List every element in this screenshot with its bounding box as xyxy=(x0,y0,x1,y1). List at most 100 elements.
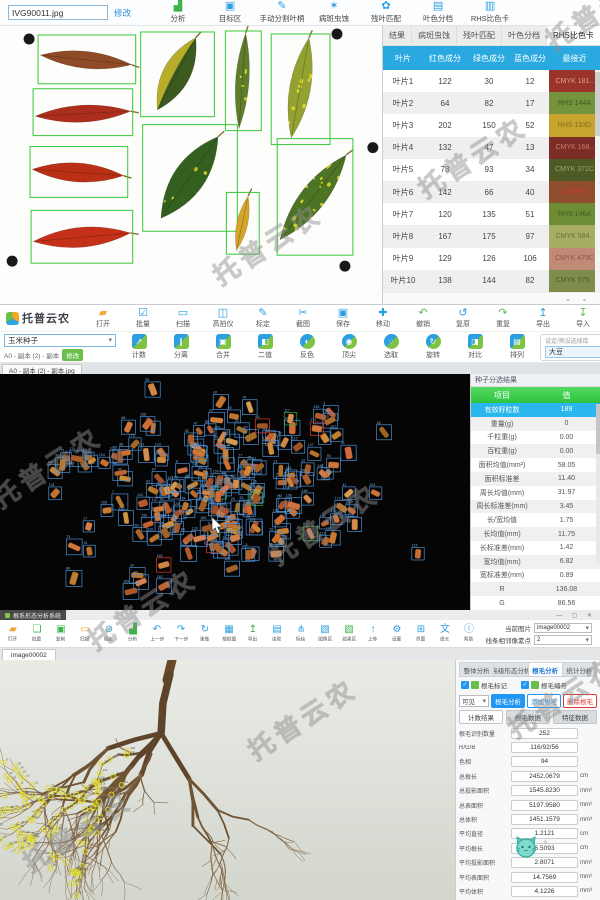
tool-binarize-square-button[interactable]: ◧ 二值 xyxy=(245,334,285,360)
tool-scan-button[interactable]: ▭ 扫描 xyxy=(164,307,202,329)
tool-export-up-button[interactable]: ↥ 导出 xyxy=(242,624,264,643)
seed-image-tab[interactable]: A0 - 副本 (2) - 副本.jpg xyxy=(2,364,82,375)
tool-target-region-button[interactable]: ▣ 目标区 xyxy=(205,1,255,24)
tool-undo-arrow-button[interactable]: ↶ 撤销 xyxy=(404,307,442,329)
seed-result-row[interactable]: 有效籽粒数 189 xyxy=(471,403,600,417)
scrollbar-thumb[interactable] xyxy=(596,404,600,454)
tool-leaf-match-button[interactable]: ✿ 残叶匹配 xyxy=(361,1,411,24)
preset-select[interactable]: 大豆 ▾ xyxy=(545,346,600,358)
results-tab[interactable]: 病斑虫蚀 xyxy=(412,26,457,45)
pixel-setting-select[interactable]: 2 ▾ xyxy=(534,634,592,645)
field-value-box[interactable]: 1451.1579 xyxy=(511,814,578,826)
leaf-table-row[interactable]: 叶片3 202 150 52 RHS 153D xyxy=(383,114,600,137)
tool-result-region-button[interactable]: ▨ 结果区 xyxy=(338,624,360,643)
tool-calibrate-pen-button[interactable]: ✎ 标定 xyxy=(244,307,282,329)
tool-save-button[interactable]: ▣ 保存 xyxy=(324,307,362,329)
seed-image-canvas[interactable]: 1234567891011121314151617181920212223242… xyxy=(0,374,470,610)
delete-root-hair-button[interactable]: 删除根毛 xyxy=(563,693,597,708)
leaf-table-row[interactable]: 叶片6 142 66 40 马赛棕色 xyxy=(383,181,600,204)
seed-result-row[interactable]: 重量(g) 0 xyxy=(471,416,600,431)
tool-batch-doc-button[interactable]: ❏ 批量 xyxy=(26,624,48,643)
leaf-table-row[interactable]: 叶片10 138 144 82 CMYK 576.. xyxy=(383,269,600,292)
checkbox-numbering[interactable]: ✓ 根毛编号 xyxy=(521,680,567,690)
tool-invert-circle-button[interactable]: ◐ 反色 xyxy=(287,334,327,360)
leaf-table-row[interactable]: 叶片1 122 30 12 CMYK 181.. xyxy=(383,70,600,93)
chevron-down-icon[interactable]: ⌄ xyxy=(565,294,572,303)
tool-redo-arrow3-button[interactable]: ↷ 下一步 xyxy=(170,624,192,643)
leaf-table-row[interactable]: 叶片9 129 126 106 CMYK 479C xyxy=(383,247,600,270)
tool-branch-plot-button[interactable]: ⋔ 标绘 xyxy=(290,624,312,643)
seed-result-row[interactable]: 长标准差(mm) 1.42 xyxy=(471,541,600,555)
tool-help-info-button[interactable]: ⓘ 帮助 xyxy=(458,624,480,643)
add-root-hair-button[interactable]: 添加根毛 xyxy=(527,693,561,708)
seed-result-row[interactable]: 宽标准差(mm) 0.89 xyxy=(471,568,600,583)
tool-doc-camera-button[interactable]: ◫ 高拍仪 xyxy=(204,307,242,329)
chevron-down-icon[interactable]: ⌄ xyxy=(581,294,588,303)
scrollbar[interactable] xyxy=(595,70,600,292)
subtab-2[interactable]: 特征数据 xyxy=(553,710,597,724)
field-value-box[interactable]: 252 xyxy=(511,727,578,739)
subtab-1[interactable]: 根毛数据 xyxy=(506,710,550,724)
leaf-image-canvas[interactable] xyxy=(0,26,383,304)
tool-read-doc-button[interactable]: ▤ 读取 xyxy=(266,624,288,643)
seed-result-row[interactable]: 长/宽均值 1.75 xyxy=(471,513,600,528)
analysis-tab[interactable]: 高级形态分析 xyxy=(494,662,529,677)
tool-copy-doc-button[interactable]: ▣ 复制 xyxy=(50,624,72,643)
analysis-tab[interactable]: 整体分析 xyxy=(459,662,495,677)
visibility-select[interactable]: 可见 ▾ xyxy=(459,694,489,707)
tool-refresh-arrow-button[interactable]: ↻ 重做 xyxy=(194,624,216,643)
tool-layout-grid-button[interactable]: ⊞ 界面 xyxy=(410,624,432,643)
tool-compare-book-button[interactable]: ◨ 对比 xyxy=(455,334,495,360)
seed-result-row[interactable]: 千粒重(g) 0.00 xyxy=(471,430,600,445)
seed-result-row[interactable]: 周长均值(mm) 31.97 xyxy=(471,485,600,500)
tool-rotate-arrow-button[interactable]: ↻ 旋转 xyxy=(413,334,453,360)
field-value-box[interactable]: 2.8071 xyxy=(511,857,578,869)
field-value-box[interactable]: 94 xyxy=(511,756,578,768)
tool-analyze-chart-button[interactable]: ▟ 分析 xyxy=(153,1,203,24)
tool-color-card-button[interactable]: ▥ RHS比色卡 xyxy=(465,1,515,24)
tool-calibrate-target-button[interactable]: ⊙ 标定 xyxy=(98,624,120,643)
window-controls[interactable]: — ▢ ✕ xyxy=(556,612,600,619)
tool-analyze-chart3-button[interactable]: ▟ 分析 xyxy=(122,624,144,643)
tool-count-chart-button[interactable]: ↗ 计数 xyxy=(119,334,159,360)
seed-result-row[interactable]: 面积均值(mm²) 58.05 xyxy=(471,458,600,472)
field-value-box[interactable]: 5197.9580 xyxy=(511,799,578,811)
root-image-tab[interactable]: image00002 xyxy=(2,649,56,660)
leaf-table-row[interactable]: 叶片7 120 135 51 RHS 146A xyxy=(383,203,600,226)
seed-result-row[interactable]: 周长标准差(mm) 3.45 xyxy=(471,499,600,514)
scrollbar-thumb[interactable] xyxy=(595,72,600,136)
tool-merge-squares-button[interactable]: ▣ 合并 xyxy=(203,334,243,360)
tool-import-doc-button[interactable]: ↧ 导入 xyxy=(564,307,600,329)
seed-result-row[interactable]: 百粒重(g) 0.00 xyxy=(471,444,600,459)
seed-result-row[interactable]: 长均值(mm) 11.75 xyxy=(471,527,600,541)
tool-scanner-button[interactable]: ▭ 扫描 xyxy=(74,624,96,643)
analysis-tab[interactable]: 根毛分析 xyxy=(528,662,563,677)
tool-apex-circle-button[interactable]: ◉ 顶尖 xyxy=(329,334,369,360)
tool-disease-bug-button[interactable]: ✶ 病斑虫蚀 xyxy=(309,1,359,24)
modify-link[interactable]: 修改 xyxy=(114,7,131,19)
sample-type-select[interactable]: 玉米种子 ▾ xyxy=(4,333,116,347)
tool-crop-scissors-button[interactable]: ✂ 截图 xyxy=(284,307,322,329)
results-tab[interactable]: RHS比色卡 xyxy=(547,26,600,45)
analysis-tab[interactable]: 统计分析 xyxy=(562,662,597,677)
tool-settings-gear3-button[interactable]: ⚙ 设置 xyxy=(386,624,408,643)
tool-batch-check-button[interactable]: ☑ 批量 xyxy=(124,307,162,329)
seed-result-row[interactable]: R 136.08 xyxy=(471,582,600,597)
filename-input[interactable] xyxy=(8,5,108,20)
tool-redo-arrow-button[interactable]: ↷ 重复 xyxy=(484,307,522,329)
field-value-box[interactable]: 14.7569 xyxy=(511,871,578,883)
tool-move-cross-button[interactable]: ✚ 移动 xyxy=(364,307,402,329)
tool-open-folder-button[interactable]: ▰ 打开 xyxy=(84,307,122,329)
tool-restore-clock-button[interactable]: ↺ 复原 xyxy=(444,307,482,329)
tool-select-lasso-button[interactable]: ◌ 选取 xyxy=(371,334,411,360)
results-tab[interactable]: 叶色分档 xyxy=(502,26,547,45)
leaf-table-row[interactable]: 叶片8 167 175 97 CMYK 584.. xyxy=(383,225,600,248)
tool-arrange-blocks-button[interactable]: ▤ 排列 xyxy=(497,334,537,360)
results-tab[interactable]: 残叶匹配 xyxy=(457,26,502,45)
field-value-box[interactable]: 2452.0679 xyxy=(511,770,578,782)
tool-upload-arrow-button[interactable]: ↑ 上传 xyxy=(362,624,384,643)
scrollbar[interactable] xyxy=(596,404,600,564)
tool-split-pen-button[interactable]: ✎ 手动分割叶柄 xyxy=(257,1,307,24)
sample-modify-button[interactable]: 修改 xyxy=(62,348,84,361)
results-tab[interactable]: 结果 xyxy=(383,26,412,45)
